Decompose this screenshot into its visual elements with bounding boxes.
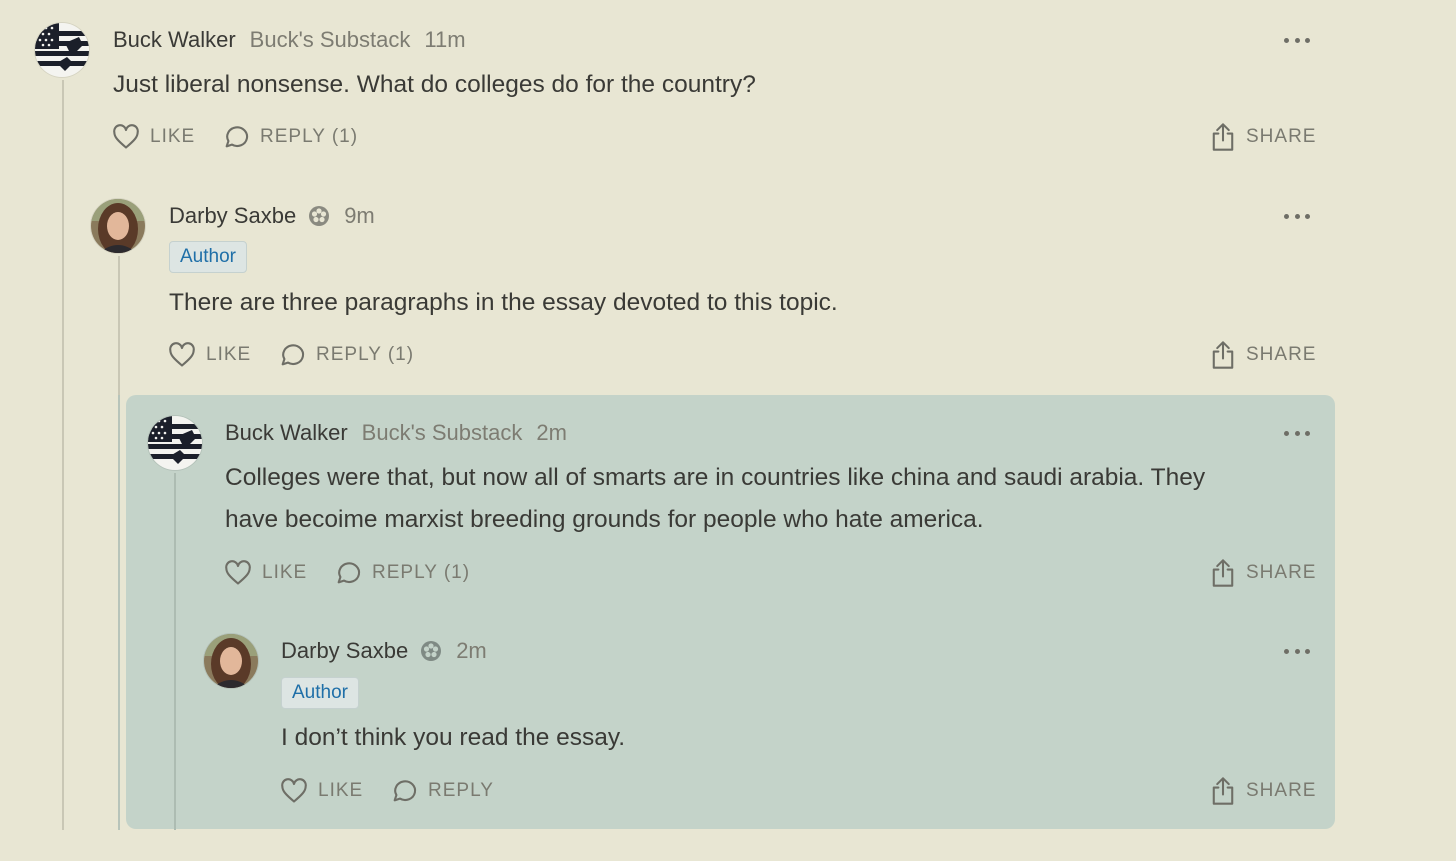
speech-bubble-icon <box>225 126 249 148</box>
avatar-buck-walker[interactable] <box>35 23 89 77</box>
heart-icon <box>281 778 307 803</box>
comment-3-meta: Buck Walker Buck's Substack 2m <box>225 420 567 446</box>
share-label: SHARE <box>1246 126 1317 147</box>
share-upload-icon <box>1212 777 1234 805</box>
timestamp[interactable]: 2m <box>456 638 487 664</box>
flower-badge-icon <box>420 640 442 662</box>
share-upload-icon <box>1212 341 1234 369</box>
like-label: LIKE <box>262 562 308 583</box>
flag-avatar-icon <box>148 416 202 470</box>
timestamp[interactable]: 11m <box>424 27 465 53</box>
author-name[interactable]: Buck Walker <box>225 420 348 446</box>
share-upload-icon <box>1212 559 1234 587</box>
like-label: LIKE <box>318 780 364 801</box>
like-button[interactable]: LIKE <box>280 778 363 804</box>
publication-name[interactable]: Buck's Substack <box>362 420 523 446</box>
thread-line-1 <box>62 80 64 830</box>
comment-3-text-line-2: have becoime marxist breeding grounds fo… <box>225 506 984 533</box>
reply-label: REPLY (1) <box>372 562 471 583</box>
more-dots-icon[interactable] <box>1284 34 1310 46</box>
heart-icon <box>113 124 139 149</box>
reply-label: REPLY (1) <box>260 126 359 147</box>
like-label: LIKE <box>150 126 196 147</box>
comment-3-text-line-1: Colleges were that, but now all of smart… <box>225 464 1206 491</box>
reply-button[interactable]: REPLY <box>390 778 494 804</box>
comment-4-text: I don’t think you read the essay. <box>281 724 626 751</box>
share-button[interactable]: SHARE <box>1210 122 1316 152</box>
flag-avatar-icon <box>35 23 89 77</box>
share-upload-icon <box>1212 123 1234 151</box>
like-button[interactable]: LIKE <box>224 560 307 586</box>
publication-name[interactable]: Buck's Substack <box>250 27 411 53</box>
share-button[interactable]: SHARE <box>1210 558 1316 588</box>
portrait-avatar-icon <box>91 199 145 253</box>
reply-button[interactable]: REPLY (1) <box>222 124 358 150</box>
timestamp[interactable]: 9m <box>344 203 375 229</box>
author-name[interactable]: Darby Saxbe <box>169 203 296 229</box>
share-label: SHARE <box>1246 562 1317 583</box>
reply-label: REPLY (1) <box>316 344 415 365</box>
like-button[interactable]: LIKE <box>112 124 195 150</box>
avatar-darby-saxbe[interactable] <box>204 634 258 688</box>
comment-1-text: Just liberal nonsense. What do colleges … <box>113 71 756 98</box>
heart-icon <box>225 560 251 585</box>
thread-line-2b <box>118 395 120 830</box>
share-label: SHARE <box>1246 344 1317 365</box>
timestamp[interactable]: 2m <box>536 420 567 446</box>
more-dots-icon[interactable] <box>1284 645 1310 657</box>
more-dots-icon[interactable] <box>1284 210 1310 222</box>
author-name[interactable]: Buck Walker <box>113 27 236 53</box>
author-badge: Author <box>281 677 359 709</box>
reply-button[interactable]: REPLY (1) <box>334 560 470 586</box>
avatar-buck-walker[interactable] <box>148 416 202 470</box>
comment-2-meta: Darby Saxbe 9m <box>169 203 375 229</box>
comment-2-text: There are three paragraphs in the essay … <box>169 289 838 316</box>
speech-bubble-icon <box>393 780 417 802</box>
share-button[interactable]: SHARE <box>1210 776 1316 806</box>
more-dots-icon[interactable] <box>1284 427 1310 439</box>
share-label: SHARE <box>1246 780 1317 801</box>
portrait-avatar-icon <box>204 634 258 688</box>
reply-button[interactable]: REPLY (1) <box>278 342 414 368</box>
like-label: LIKE <box>206 344 252 365</box>
speech-bubble-icon <box>337 562 361 584</box>
speech-bubble-icon <box>281 344 305 366</box>
reply-label: REPLY <box>428 780 494 801</box>
like-button[interactable]: LIKE <box>168 342 251 368</box>
author-name[interactable]: Darby Saxbe <box>281 638 408 664</box>
share-button[interactable]: SHARE <box>1210 340 1316 370</box>
avatar-darby-saxbe[interactable] <box>91 199 145 253</box>
comment-4-meta: Darby Saxbe 2m <box>281 638 487 664</box>
heart-icon <box>169 342 195 367</box>
author-badge: Author <box>169 241 247 273</box>
comment-1-meta: Buck Walker Buck's Substack 11m <box>113 27 466 53</box>
thread-line-3 <box>174 473 176 830</box>
thread-line-2 <box>118 256 120 395</box>
flower-badge-icon <box>308 205 330 227</box>
